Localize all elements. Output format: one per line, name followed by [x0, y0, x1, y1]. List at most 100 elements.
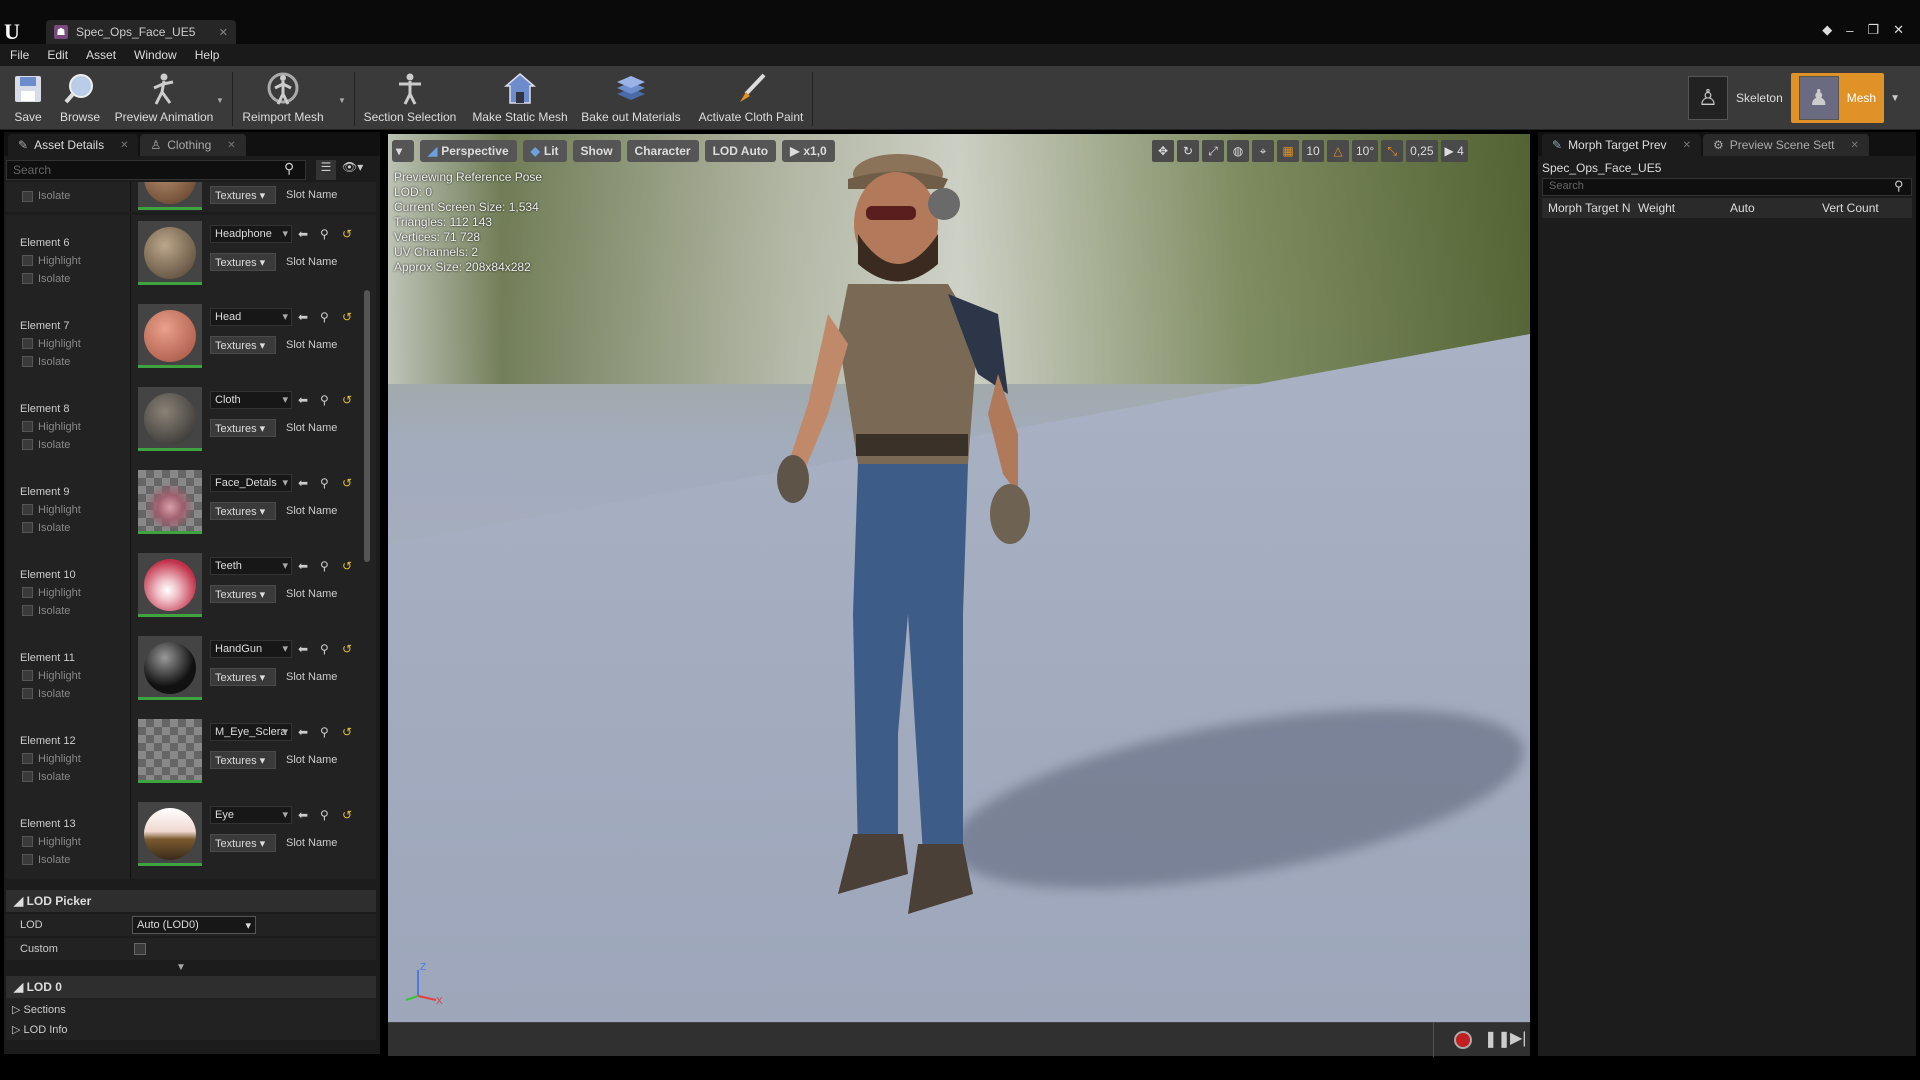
- view-options-icon[interactable]: ☰: [316, 160, 336, 180]
- notification-icon[interactable]: ◆: [1822, 22, 1832, 38]
- material-thumbnail[interactable]: [138, 470, 202, 534]
- textures-dropdown[interactable]: Textures ▾: [210, 751, 276, 769]
- menu-edit[interactable]: Edit: [47, 48, 68, 62]
- isolate-checkbox[interactable]: [22, 439, 33, 450]
- highlight-checkbox[interactable]: [22, 255, 33, 266]
- textures-dropdown[interactable]: Textures ▾: [210, 668, 276, 686]
- step-forward-button[interactable]: ▶|: [1510, 1028, 1526, 1048]
- camera-speed-button[interactable]: ▶ 4: [1440, 140, 1468, 162]
- use-selected-arrow-icon[interactable]: ⬅: [298, 642, 308, 656]
- use-selected-arrow-icon[interactable]: ⬅: [298, 393, 308, 407]
- isolate-checkbox[interactable]: [22, 191, 33, 202]
- lod-auto-button[interactable]: LOD Auto: [704, 140, 777, 162]
- material-dropdown[interactable]: Face_Detals: [210, 474, 292, 492]
- use-selected-arrow-icon[interactable]: ⬅: [298, 310, 308, 324]
- search-icon[interactable]: ⚲: [1894, 178, 1904, 194]
- lod0-header[interactable]: ◢ LOD 0: [6, 976, 376, 998]
- material-thumbnail[interactable]: [138, 636, 202, 700]
- translate-icon[interactable]: ✥: [1152, 140, 1174, 162]
- menu-file[interactable]: File: [10, 48, 29, 62]
- grid-snap-value[interactable]: 10: [1302, 140, 1324, 162]
- material-dropdown[interactable]: Eye: [210, 806, 292, 824]
- highlight-checkbox[interactable]: [22, 670, 33, 681]
- make-static-mesh-button[interactable]: Make Static Mesh: [470, 68, 570, 128]
- use-selected-arrow-icon[interactable]: ⬅: [298, 725, 308, 739]
- tab-morph-target-preview[interactable]: ✎ Morph Target Prev ✕: [1542, 134, 1701, 156]
- scale-snap-icon[interactable]: ⤡: [1381, 140, 1404, 162]
- preview-animation-button[interactable]: Preview Animation: [112, 68, 216, 128]
- browse-search-icon[interactable]: ⚲: [320, 725, 329, 739]
- close-window-button[interactable]: ✕: [1893, 22, 1904, 38]
- column-auto[interactable]: Auto: [1730, 201, 1755, 215]
- material-dropdown[interactable]: Head: [210, 308, 292, 326]
- restore-button[interactable]: ❐: [1867, 22, 1879, 38]
- lit-button[interactable]: ◆ Lit: [522, 140, 567, 162]
- expand-arrow-icon[interactable]: ▼: [176, 962, 186, 973]
- column-morph-target-name[interactable]: Morph Target N: [1548, 201, 1630, 215]
- asset-document-tab[interactable]: ☗ Spec_Ops_Face_UE5 ✕: [46, 20, 236, 44]
- material-dropdown[interactable]: Headphone: [210, 225, 292, 243]
- reset-icon[interactable]: ↺: [342, 559, 352, 573]
- use-selected-arrow-icon[interactable]: ⬅: [298, 808, 308, 822]
- browse-button[interactable]: Browse: [56, 68, 104, 128]
- activate-cloth-paint-button[interactable]: Activate Cloth Paint: [694, 68, 808, 128]
- bake-out-materials-button[interactable]: Bake out Materials: [578, 68, 684, 128]
- reimport-mesh-button[interactable]: Reimport Mesh: [240, 68, 326, 128]
- highlight-checkbox[interactable]: [22, 836, 33, 847]
- scale-icon[interactable]: ⤢: [1202, 140, 1224, 162]
- browse-search-icon[interactable]: ⚲: [320, 227, 329, 241]
- highlight-checkbox[interactable]: [22, 753, 33, 764]
- material-thumbnail[interactable]: [138, 802, 202, 866]
- reset-icon[interactable]: ↺: [342, 310, 352, 324]
- details-scrollbar[interactable]: [364, 290, 370, 562]
- rotation-snap-icon[interactable]: △: [1327, 140, 1349, 162]
- material-thumbnail[interactable]: [138, 387, 202, 451]
- highlight-checkbox[interactable]: [22, 504, 33, 515]
- close-tab-icon[interactable]: ✕: [219, 26, 228, 39]
- column-vert-count[interactable]: Vert Count: [1822, 201, 1879, 215]
- isolate-checkbox[interactable]: [22, 771, 33, 782]
- details-search-input[interactable]: Search: [6, 160, 306, 180]
- material-dropdown[interactable]: M_Eye_Sclera: [210, 723, 292, 741]
- material-thumbnail[interactable]: [138, 719, 202, 783]
- custom-checkbox[interactable]: [134, 943, 146, 955]
- scale-snap-value[interactable]: 0,25: [1406, 140, 1438, 162]
- material-thumbnail[interactable]: [138, 304, 202, 368]
- reset-icon[interactable]: ↺: [342, 725, 352, 739]
- close-tab-icon[interactable]: ✕: [120, 140, 128, 151]
- textures-dropdown[interactable]: Textures ▾: [210, 253, 276, 271]
- surface-snap-icon[interactable]: ⌖: [1252, 140, 1274, 162]
- textures-dropdown[interactable]: Textures ▾: [210, 186, 276, 204]
- browse-search-icon[interactable]: ⚲: [320, 310, 329, 324]
- use-selected-arrow-icon[interactable]: ⬅: [298, 559, 308, 573]
- viewport-options-button[interactable]: ▾: [392, 140, 414, 162]
- sections-row[interactable]: ▷ Sections: [6, 998, 376, 1020]
- browse-search-icon[interactable]: ⚲: [320, 393, 329, 407]
- textures-dropdown[interactable]: Textures ▾: [210, 419, 276, 437]
- perspective-button[interactable]: ◢ Perspective: [420, 140, 517, 162]
- menu-asset[interactable]: Asset: [86, 48, 116, 62]
- browse-search-icon[interactable]: ⚲: [320, 808, 329, 822]
- reset-icon[interactable]: ↺: [342, 808, 352, 822]
- mesh-mode-button[interactable]: ♟ Mesh: [1790, 73, 1885, 123]
- material-thumbnail[interactable]: [138, 553, 202, 617]
- rotation-snap-value[interactable]: 10°: [1352, 140, 1379, 162]
- use-selected-arrow-icon[interactable]: ⬅: [298, 476, 308, 490]
- browse-search-icon[interactable]: ⚲: [320, 559, 329, 573]
- reset-icon[interactable]: ↺: [342, 642, 352, 656]
- search-icon[interactable]: ⚲: [284, 160, 304, 180]
- visibility-eye-icon[interactable]: 👁▾: [342, 160, 374, 180]
- menu-window[interactable]: Window: [134, 48, 177, 62]
- highlight-checkbox[interactable]: [22, 338, 33, 349]
- lod-dropdown[interactable]: Auto (LOD0) ▾: [132, 916, 256, 934]
- isolate-checkbox[interactable]: [22, 688, 33, 699]
- reset-icon[interactable]: ↺: [342, 227, 352, 241]
- record-button[interactable]: [1454, 1031, 1472, 1049]
- playback-speed-button[interactable]: ▶ x1,0: [782, 140, 835, 162]
- material-dropdown[interactable]: Cloth: [210, 391, 292, 409]
- material-dropdown[interactable]: Teeth: [210, 557, 292, 575]
- highlight-checkbox[interactable]: [22, 421, 33, 432]
- pause-button[interactable]: ❚❚: [1484, 1029, 1511, 1049]
- isolate-checkbox[interactable]: [22, 356, 33, 367]
- reimport-dropdown-icon[interactable]: ▼: [338, 96, 346, 105]
